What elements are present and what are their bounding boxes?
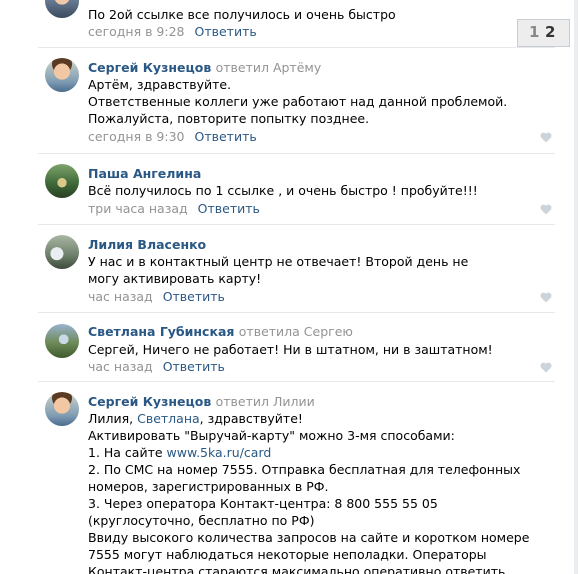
comment-author[interactable]: Сергей Кузнецов ответил Лилии [88, 394, 315, 409]
reply-to-label[interactable]: ответила Сергею [239, 324, 353, 339]
comment-author[interactable]: Лилия Власенко [88, 237, 206, 252]
comment: Сергей Кузнецов ответил Артёму Артём, зд… [0, 48, 570, 152]
text-fragment: 1. На сайте [88, 445, 167, 460]
reply-link[interactable]: Ответить [198, 201, 260, 216]
reply-to-label[interactable]: ответил Лилии [216, 394, 315, 409]
author-name[interactable]: Сергей Кузнецов [88, 394, 211, 409]
comments-feed: По 2ой ссылке все получилось и очень быс… [0, 0, 570, 574]
comment-meta: сегодня в 9:30 Ответить [88, 129, 257, 144]
comment-meta: час назад Ответить [88, 359, 225, 374]
text-line: 3. Через оператора Контакт-центра: 8 800… [88, 496, 438, 528]
reply-link[interactable]: Ответить [195, 24, 257, 39]
comment-text: Сергей, Ничего не работает! Ни в штатном… [88, 342, 493, 357]
comment-time[interactable]: час назад [88, 359, 153, 374]
reply-link[interactable]: Ответить [195, 129, 257, 144]
comment-text: Всё получилось по 1 ссылке , и очень быс… [88, 183, 478, 198]
reply-link[interactable]: Ответить [163, 359, 225, 374]
avatar[interactable] [45, 324, 79, 358]
reply-to-label[interactable]: ответил Артёму [216, 60, 322, 75]
author-name[interactable]: Светлана Губинская [88, 324, 234, 339]
page-indicator[interactable]: 1 2 [517, 19, 570, 47]
comment: Светлана Губинская ответила Сергею Серге… [0, 313, 570, 381]
comment: По 2ой ссылке все получилось и очень быс… [0, 0, 570, 46]
author-name[interactable]: Сергей Кузнецов [88, 60, 211, 75]
text-line: Лилия, Светлана, здравствуйте! [88, 410, 530, 427]
avatar[interactable] [45, 164, 79, 198]
like-icon[interactable] [540, 362, 552, 373]
comment-author[interactable]: Светлана Губинская ответила Сергею [88, 324, 353, 339]
avatar[interactable] [45, 58, 79, 92]
text-fragment: , здравствуйте! [199, 411, 303, 426]
comment-text: У нас и в контактный центр не отвечает! … [88, 254, 469, 286]
text-line: 2. По СМС на номер 7555. Отправка беспла… [88, 462, 521, 494]
comment-meta: час назад Ответить [88, 289, 225, 304]
comment-text: Лилия, Светлана, здравствуйте! Активиров… [88, 410, 530, 574]
text-line: Ответственные коллеги уже работают над д… [88, 94, 508, 126]
comment: Лилия Власенко У нас и в контактный цент… [0, 225, 570, 311]
text-line: Ввиду высокого количества запросов на са… [88, 530, 530, 574]
text-line: Артём, здравствуйте. [88, 77, 232, 92]
comment-author[interactable]: Паша Ангелина [88, 166, 201, 181]
comment-text: Артём, здравствуйте. Ответственные колле… [88, 76, 545, 127]
comment-time[interactable]: сегодня в 9:28 [88, 24, 185, 39]
comment-text: По 2ой ссылке все получилось и очень быс… [88, 7, 396, 22]
comment: Паша Ангелина Всё получилось по 1 ссылке… [0, 154, 570, 224]
author-name[interactable]: Лилия Власенко [88, 237, 206, 252]
text-line: Активировать "Выручай-карту" можно 3-мя … [88, 428, 455, 443]
text-fragment: Лилия, [88, 411, 138, 426]
comment-time[interactable]: сегодня в 9:30 [88, 129, 185, 144]
avatar[interactable] [45, 0, 79, 18]
comment-author[interactable]: Сергей Кузнецов ответил Артёму [88, 60, 321, 75]
page-1[interactable]: 1 [529, 23, 539, 41]
like-icon[interactable] [540, 292, 552, 303]
author-name[interactable]: Паша Ангелина [88, 166, 201, 181]
scrollbar[interactable] [574, 0, 578, 574]
url-link[interactable]: www.5ka.ru/card [167, 445, 272, 460]
reply-link[interactable]: Ответить [163, 289, 225, 304]
mention-link[interactable]: Светлана [137, 411, 200, 426]
comment-meta: три часа назад Ответить [88, 201, 260, 216]
like-icon[interactable] [540, 132, 552, 143]
page-2[interactable]: 2 [545, 23, 555, 41]
comment-meta: сегодня в 9:28 Ответить [88, 24, 257, 39]
avatar[interactable] [45, 392, 79, 426]
text-line: 1. На сайте www.5ka.ru/card [88, 444, 530, 461]
comment-time[interactable]: час назад [88, 289, 153, 304]
like-icon[interactable] [540, 204, 552, 215]
comment: Сергей Кузнецов ответил Лилии Лилия, Све… [0, 382, 570, 574]
avatar[interactable] [45, 235, 79, 269]
comment-time[interactable]: три часа назад [88, 201, 188, 216]
